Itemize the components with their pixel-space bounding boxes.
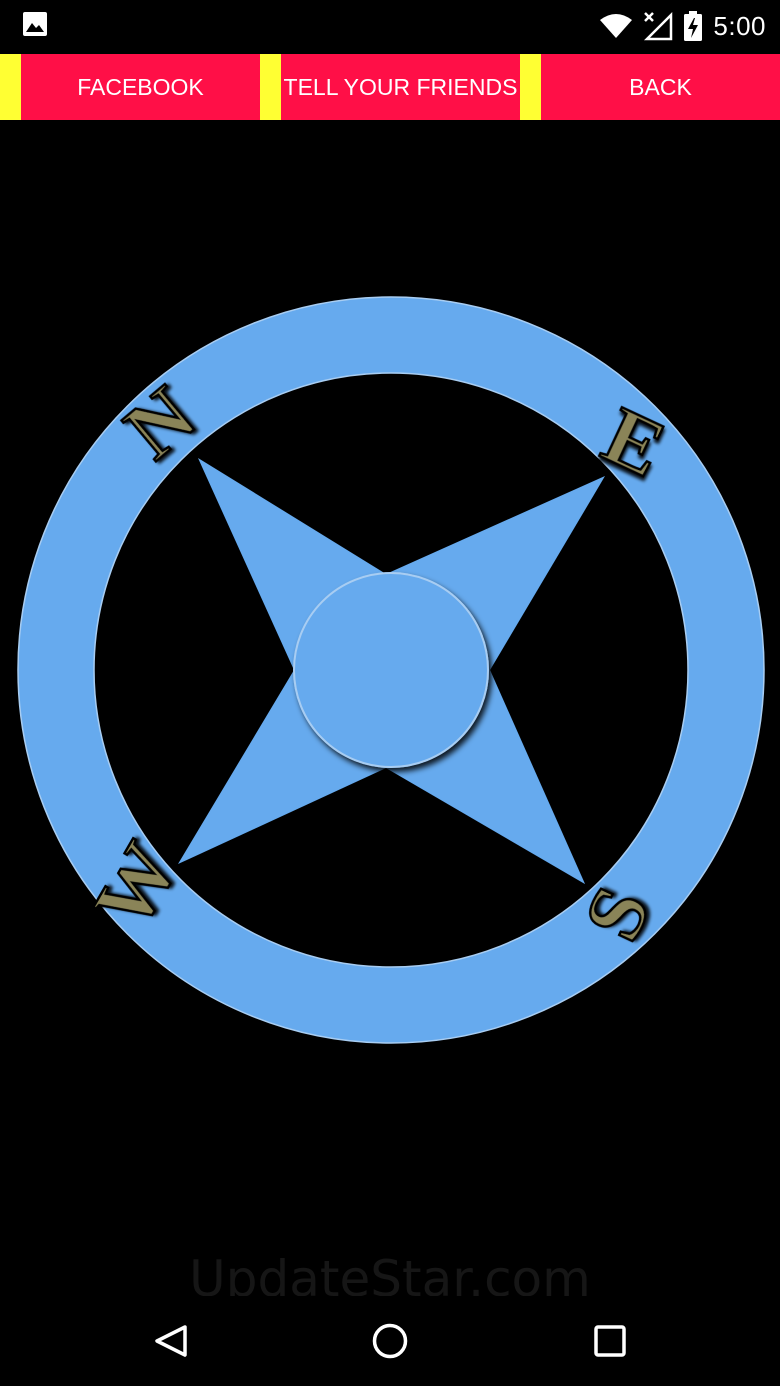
home-circle-icon[interactable] [360, 1316, 420, 1366]
status-time: 5:00 [713, 10, 766, 41]
facebook-button[interactable]: FACEBOOK [21, 54, 260, 120]
back-triangle-icon[interactable] [141, 1316, 201, 1366]
no-signal-icon [644, 11, 673, 41]
recents-square-icon[interactable] [580, 1316, 640, 1366]
top-button-bar: FACEBOOK TELL YOUR FRIENDS BACK [0, 54, 780, 120]
navigation-bar [0, 1296, 780, 1386]
status-bar: 5:00 [0, 0, 780, 52]
wifi-icon [600, 14, 633, 38]
status-icons: 5:00 [599, 0, 766, 52]
compass[interactable]: N E S W [0, 280, 780, 1060]
battery-charging-icon [684, 11, 703, 41]
gallery-notification-icon [23, 12, 47, 36]
compass-center-hub [293, 572, 489, 768]
back-button[interactable]: BACK [541, 54, 780, 120]
tell-your-friends-button[interactable]: TELL YOUR FRIENDS [281, 54, 520, 120]
